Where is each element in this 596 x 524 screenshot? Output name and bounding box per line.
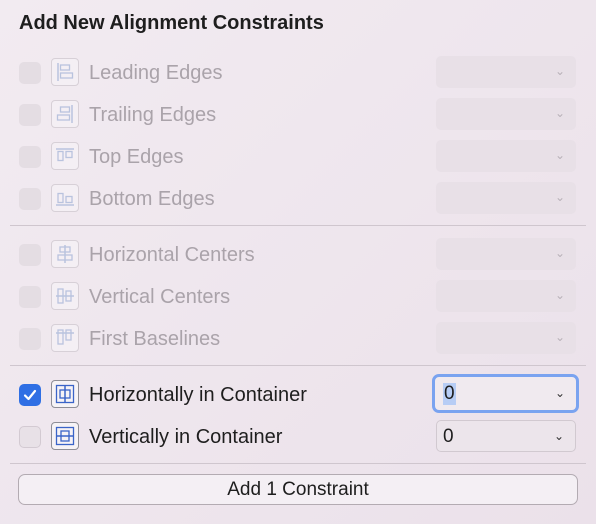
chevron-down-icon: ⌄ bbox=[555, 64, 566, 78]
vertically-in-container-value[interactable]: 0 bbox=[443, 426, 454, 448]
trailing-edges-icon bbox=[51, 100, 79, 128]
bottom-edges-checkbox[interactable] bbox=[19, 188, 41, 210]
row-vertical-centers: Vertical Centers ⌄ bbox=[0, 280, 596, 316]
horizontal-centers-checkbox[interactable] bbox=[19, 244, 41, 266]
horizontally-in-container-icon bbox=[51, 380, 79, 408]
top-edges-icon bbox=[51, 142, 79, 170]
horizontal-centers-icon bbox=[51, 240, 79, 268]
section-divider bbox=[10, 225, 586, 226]
first-baselines-icon bbox=[51, 324, 79, 352]
top-edges-label: Top Edges bbox=[89, 146, 184, 168]
vertical-centers-label: Vertical Centers bbox=[89, 286, 231, 308]
section-divider bbox=[10, 365, 586, 366]
chevron-down-icon: ⌄ bbox=[555, 246, 566, 260]
row-vertically-in-container: Vertically in Container 0 ⌄ bbox=[0, 420, 596, 456]
chevron-down-icon: ⌄ bbox=[555, 330, 566, 344]
row-bottom-edges: Bottom Edges ⌄ bbox=[0, 182, 596, 218]
bottom-edges-icon bbox=[51, 184, 79, 212]
horizontally-in-container-select[interactable]: 0 ⌄ bbox=[432, 374, 579, 413]
horizontal-centers-label: Horizontal Centers bbox=[89, 244, 255, 266]
chevron-down-icon: ⌄ bbox=[555, 106, 566, 120]
add-constraints-button[interactable]: Add 1 Constraint bbox=[18, 474, 578, 505]
leading-edges-label: Leading Edges bbox=[89, 62, 223, 84]
row-trailing-edges: Trailing Edges ⌄ bbox=[0, 98, 596, 134]
vertical-centers-checkbox[interactable] bbox=[19, 286, 41, 308]
chevron-down-icon: ⌄ bbox=[554, 429, 565, 443]
horizontally-in-container-checkbox[interactable] bbox=[19, 384, 41, 406]
leading-edges-icon bbox=[51, 58, 79, 86]
panel-title: Add New Alignment Constraints bbox=[19, 12, 324, 34]
first-baselines-label: First Baselines bbox=[89, 328, 221, 350]
row-horizontally-in-container: Horizontally in Container 0 ⌄ bbox=[0, 374, 596, 414]
first-baselines-select[interactable]: ⌄ bbox=[436, 322, 576, 354]
vertically-in-container-checkbox[interactable] bbox=[19, 426, 41, 448]
vertical-centers-select[interactable]: ⌄ bbox=[436, 280, 576, 312]
leading-edges-checkbox[interactable] bbox=[19, 62, 41, 84]
top-edges-checkbox[interactable] bbox=[19, 146, 41, 168]
chevron-down-icon: ⌄ bbox=[555, 190, 566, 204]
horizontal-centers-select[interactable]: ⌄ bbox=[436, 238, 576, 270]
trailing-edges-label: Trailing Edges bbox=[89, 104, 217, 126]
horizontally-in-container-label: Horizontally in Container bbox=[89, 384, 307, 406]
horizontally-in-container-value[interactable]: 0 bbox=[443, 383, 456, 405]
row-leading-edges: Leading Edges ⌄ bbox=[0, 56, 596, 92]
vertical-centers-icon bbox=[51, 282, 79, 310]
row-first-baselines: First Baselines ⌄ bbox=[0, 322, 596, 358]
top-edges-select[interactable]: ⌄ bbox=[436, 140, 576, 172]
trailing-edges-checkbox[interactable] bbox=[19, 104, 41, 126]
row-horizontal-centers: Horizontal Centers ⌄ bbox=[0, 238, 596, 274]
chevron-down-icon: ⌄ bbox=[555, 386, 566, 400]
row-top-edges: Top Edges ⌄ bbox=[0, 140, 596, 176]
vertically-in-container-icon bbox=[51, 422, 79, 450]
chevron-down-icon: ⌄ bbox=[555, 148, 566, 162]
bottom-edges-select[interactable]: ⌄ bbox=[436, 182, 576, 214]
vertically-in-container-select[interactable]: 0 ⌄ bbox=[436, 420, 576, 452]
chevron-down-icon: ⌄ bbox=[555, 288, 566, 302]
bottom-edges-label: Bottom Edges bbox=[89, 188, 215, 210]
trailing-edges-select[interactable]: ⌄ bbox=[436, 98, 576, 130]
leading-edges-select[interactable]: ⌄ bbox=[436, 56, 576, 88]
alignment-constraints-popover: Add New Alignment Constraints Leading Ed… bbox=[0, 0, 596, 524]
section-divider bbox=[10, 463, 586, 464]
first-baselines-checkbox[interactable] bbox=[19, 328, 41, 350]
vertically-in-container-label: Vertically in Container bbox=[89, 426, 283, 448]
